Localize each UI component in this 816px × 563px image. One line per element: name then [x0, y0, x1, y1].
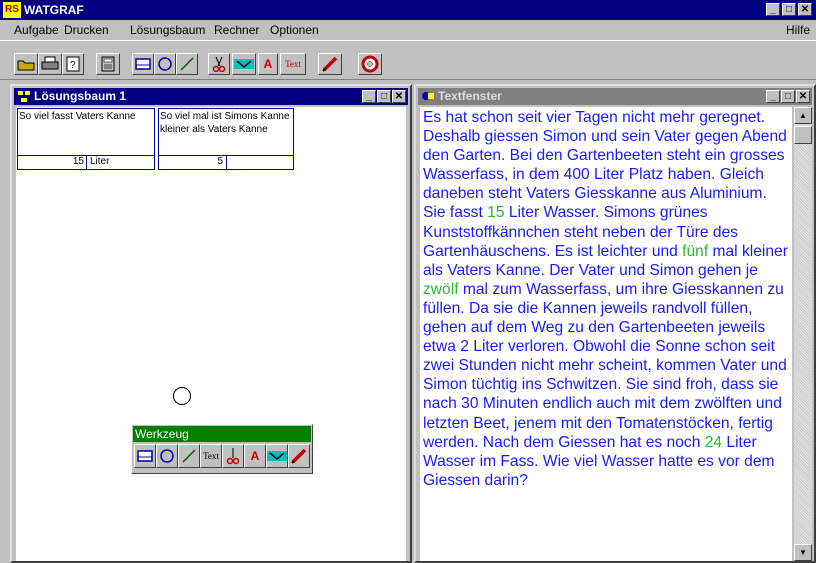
node-value-bar: 5: [159, 155, 293, 169]
open-folder-icon[interactable]: [14, 53, 38, 75]
menu-drucken[interactable]: Drucken: [64, 23, 109, 37]
menu-hilfe[interactable]: Hilfe: [786, 23, 810, 37]
palette-line-tool-icon[interactable]: [178, 444, 200, 468]
node-value-bar: 15 Liter: [18, 155, 154, 169]
loesungsbaum-title: Lösungsbaum 1: [34, 89, 127, 103]
scroll-up-icon[interactable]: ▲: [794, 107, 812, 124]
close-button[interactable]: ✕: [798, 3, 812, 16]
tree-node[interactable]: So viel fasst Vaters Kanne 15 Liter: [17, 108, 155, 170]
node-value: 5: [217, 156, 223, 167]
highlighted-number[interactable]: 15: [487, 204, 504, 221]
highlighted-number[interactable]: 24: [705, 434, 722, 451]
textfenster-window: Textfenster _ □ ✕ Es hat schon seit vier…: [414, 84, 816, 563]
loesungsbaum-window: Lösungsbaum 1 _ □ ✕ So viel fasst Vaters…: [10, 84, 412, 563]
palette-text-tool-icon[interactable]: Text: [200, 444, 222, 468]
circle-cursor-icon: [173, 387, 191, 405]
palette-box-tool-icon[interactable]: [134, 444, 156, 468]
calculator-icon[interactable]: [96, 53, 120, 75]
tree-node[interactable]: So viel mal ist Simons Kanne kleiner als…: [158, 108, 294, 170]
menu-optionen[interactable]: Optionen: [270, 23, 319, 37]
textfenster-title: Textfenster: [438, 89, 502, 103]
palette-circle-tool-icon[interactable]: [156, 444, 178, 468]
cut-tool-icon[interactable]: [208, 53, 230, 75]
text-close-button[interactable]: ✕: [796, 90, 810, 103]
text-area[interactable]: Es hat schon seit vier Tagen nicht mehr …: [420, 107, 792, 561]
task-text-segment: mal zum Wasserfass, um ihre Giesskannen …: [423, 280, 787, 451]
tree-minimize-button[interactable]: _: [362, 90, 376, 103]
text-tool-icon[interactable]: Text: [280, 53, 306, 75]
palette-connect-tool-icon[interactable]: [266, 444, 288, 468]
menu-bar: Aufgabe Drucken Lösungsbaum Rechner Opti…: [0, 20, 816, 39]
task-text: Es hat schon seit vier Tagen nicht mehr …: [423, 108, 790, 490]
loesungsbaum-title-bar[interactable]: Lösungsbaum 1 _ □ ✕: [14, 88, 408, 105]
font-tool-icon[interactable]: A: [258, 53, 278, 75]
app-logo-icon: RS: [3, 2, 21, 18]
node-text: So viel fasst Vaters Kanne: [19, 111, 136, 122]
maximize-button[interactable]: □: [782, 3, 796, 16]
palette-pen-tool-icon[interactable]: [288, 444, 310, 468]
toolbar: ? A Text: [0, 40, 816, 80]
lifebuoy-icon[interactable]: [358, 53, 382, 75]
print-icon[interactable]: [38, 53, 62, 75]
text-minimize-button[interactable]: _: [766, 90, 780, 103]
node-divider: [226, 156, 227, 169]
vertical-scrollbar[interactable]: ▲ ▼: [794, 107, 812, 561]
app-title: WATGRAF: [24, 3, 84, 17]
menu-loesungsbaum[interactable]: Lösungsbaum: [130, 23, 205, 37]
minimize-button[interactable]: _: [766, 3, 780, 16]
text-window-icon: [422, 92, 434, 100]
node-unit: Liter: [90, 156, 110, 167]
tree-window-icon: [18, 91, 30, 102]
node-text: So viel mal ist Simons Kanne kleiner als…: [160, 111, 290, 135]
text-maximize-button[interactable]: □: [781, 90, 795, 103]
connect-tool-icon[interactable]: [232, 53, 256, 75]
werkzeug-palette: Werkzeug Text A: [131, 424, 313, 474]
palette-cut-tool-icon[interactable]: [222, 444, 244, 468]
circle-tool-icon[interactable]: [154, 53, 176, 75]
help-icon[interactable]: ?: [62, 53, 84, 75]
scroll-down-icon[interactable]: ▼: [794, 544, 812, 561]
line-tool-icon[interactable]: [176, 53, 198, 75]
palette-font-tool-icon[interactable]: A: [244, 444, 266, 468]
highlighted-number[interactable]: fünf: [682, 243, 708, 260]
scroll-thumb[interactable]: [794, 126, 812, 144]
box-tool-icon[interactable]: [132, 53, 154, 75]
textfenster-title-bar[interactable]: Textfenster _ □ ✕: [418, 88, 812, 105]
node-value: 15: [72, 156, 84, 167]
node-divider: [86, 156, 87, 169]
loesungsbaum-canvas[interactable]: So viel fasst Vaters Kanne 15 Liter So v…: [16, 107, 406, 561]
pen-tool-icon[interactable]: [318, 53, 342, 75]
werkzeug-title[interactable]: Werkzeug: [133, 426, 311, 442]
menu-rechner[interactable]: Rechner: [214, 23, 259, 37]
tree-maximize-button[interactable]: □: [377, 90, 391, 103]
highlighted-number[interactable]: zwölf: [423, 281, 459, 298]
app-title-bar: RS WATGRAF _ □ ✕: [0, 0, 816, 20]
tree-close-button[interactable]: ✕: [392, 90, 406, 103]
menu-aufgabe[interactable]: Aufgabe: [14, 23, 59, 37]
svg-text:?: ?: [70, 60, 76, 71]
